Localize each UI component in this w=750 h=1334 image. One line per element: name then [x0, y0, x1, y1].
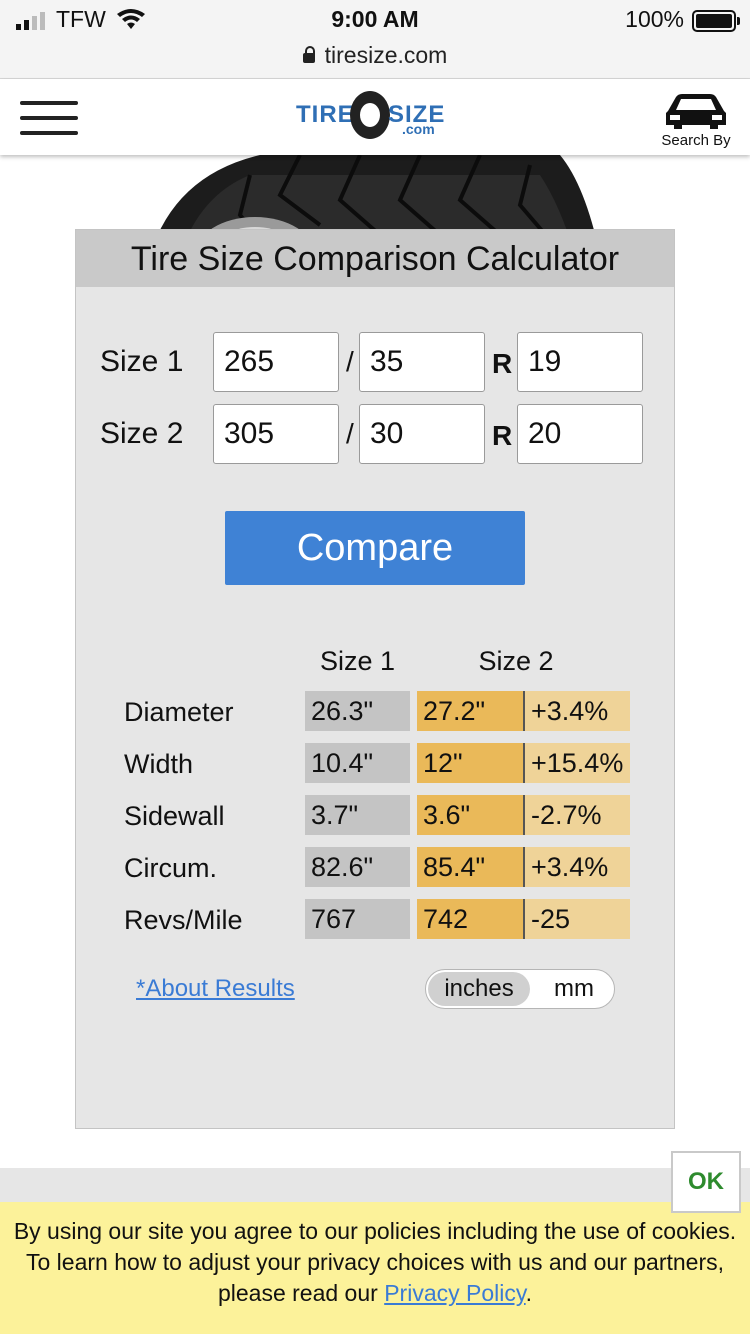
- result-diff-sidewall: -2.7%: [523, 795, 630, 835]
- size2-slash: /: [346, 418, 354, 449]
- comparison-calculator: Tire Size Comparison Calculator Size 1 2…: [75, 229, 675, 1129]
- cookie-ok-button[interactable]: OK: [671, 1151, 741, 1213]
- menu-icon[interactable]: [20, 101, 78, 135]
- result-size2-width: 12": [417, 743, 523, 783]
- result-size2-diameter: 27.2": [417, 691, 523, 731]
- search-by-button[interactable]: Search By: [656, 87, 736, 149]
- result-size2-circumference: 85.4": [417, 847, 523, 887]
- cookie-text: By using our site you agree to our polic…: [13, 1218, 737, 1306]
- size2-label: Size 2: [100, 417, 184, 450]
- result-label-revs-mile: Revs/Mile: [124, 905, 243, 935]
- size2-aspect-input[interactable]: 30: [359, 404, 485, 464]
- compare-button[interactable]: Compare: [225, 511, 525, 585]
- battery-percent: 100%: [625, 6, 684, 32]
- search-by-label: Search By: [661, 132, 731, 149]
- logo-text-com: .com: [402, 121, 435, 137]
- size1-label: Size 1: [100, 345, 184, 378]
- site-header: TIRE SIZE .com Search By: [0, 79, 750, 155]
- size1-r-label: R: [492, 348, 513, 379]
- result-size1-width: 10.4": [305, 743, 410, 783]
- size2-rim-input[interactable]: 20: [517, 404, 643, 464]
- size1-rim-input[interactable]: 19: [517, 332, 643, 392]
- result-size1-sidewall: 3.7": [305, 795, 410, 835]
- result-size1-diameter: 26.3": [305, 691, 410, 731]
- size2-r-label: R: [492, 420, 513, 451]
- car-icon: [666, 94, 726, 129]
- size1-slash: /: [346, 346, 354, 377]
- calculator-title: Tire Size Comparison Calculator: [76, 230, 674, 287]
- cookie-text-end: .: [525, 1280, 533, 1306]
- lock-icon: [302, 46, 315, 63]
- unit-inches-option[interactable]: inches: [428, 972, 530, 1006]
- result-label-circumference: Circum.: [124, 853, 217, 883]
- about-results-link[interactable]: *About Results: [136, 975, 295, 1003]
- result-diff-diameter: +3.4%: [523, 691, 630, 731]
- result-label-diameter: Diameter: [124, 697, 234, 727]
- unit-mm-option[interactable]: mm: [536, 972, 612, 1006]
- size1-aspect-input[interactable]: 35: [359, 332, 485, 392]
- result-size1-circumference: 82.6": [305, 847, 410, 887]
- site-logo[interactable]: TIRE SIZE .com: [296, 89, 456, 145]
- unit-toggle: inches mm: [425, 969, 615, 1009]
- result-size1-revs-mile: 767: [305, 899, 410, 939]
- result-size2-revs-mile: 742: [417, 899, 523, 939]
- cookie-banner: By using our site you agree to our polic…: [0, 1202, 750, 1334]
- result-label-width: Width: [124, 749, 194, 779]
- privacy-policy-link[interactable]: Privacy Policy: [384, 1280, 525, 1306]
- status-bar: TFW 9:00 AM 100% tiresize.com: [0, 0, 750, 79]
- logo-tire-icon: [350, 91, 390, 139]
- size1-width-input[interactable]: 265: [213, 332, 339, 392]
- address-bar[interactable]: tiresize.com: [0, 42, 750, 69]
- result-diff-width: +15.4%: [523, 743, 630, 783]
- results-col-size2: Size 2: [478, 646, 554, 676]
- result-size2-sidewall: 3.6": [417, 795, 523, 835]
- battery-icon: [692, 10, 740, 32]
- size2-width-input[interactable]: 305: [213, 404, 339, 464]
- result-diff-circumference: +3.4%: [523, 847, 630, 887]
- result-diff-revs-mile: -25: [523, 899, 630, 939]
- results-col-size1: Size 1: [319, 646, 396, 676]
- result-label-sidewall: Sidewall: [124, 801, 225, 831]
- url-text: tiresize.com: [324, 42, 448, 68]
- logo-text-tire: TIRE: [296, 101, 355, 128]
